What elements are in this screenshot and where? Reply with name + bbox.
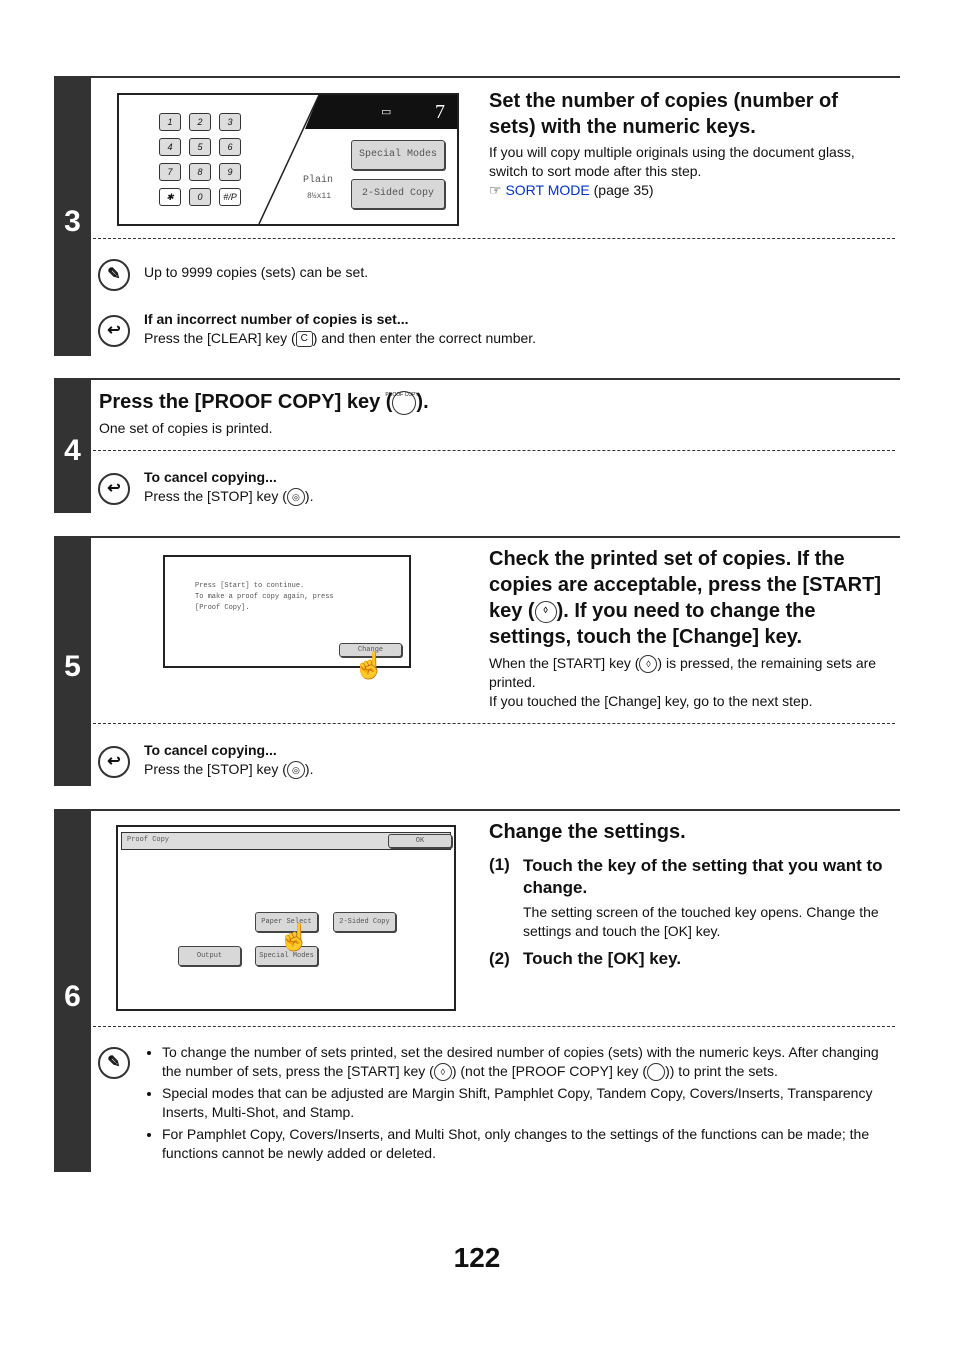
screen-message: Press [Start] to continue. To make a proo… bbox=[195, 581, 334, 614]
tip: To cancel copying... Press the [STOP] key… bbox=[144, 741, 314, 780]
ok-button: OK bbox=[388, 834, 452, 848]
note-item: Special modes that can be adjusted are M… bbox=[162, 1084, 894, 1122]
body-text: If you will copy multiple originals usin… bbox=[489, 144, 855, 179]
tip-text: Press the [STOP] key ( bbox=[144, 488, 287, 504]
two-sided-copy-button: 2-Sided Copy bbox=[333, 912, 396, 932]
title-text: Press the [PROOF COPY] key ( bbox=[99, 391, 393, 413]
step-title: Press the [PROOF COPY] key (PROOF COPY). bbox=[99, 389, 429, 415]
copy-icon: ▭ bbox=[381, 106, 392, 118]
substep-number: (1) bbox=[489, 855, 510, 874]
substep-number: (2) bbox=[489, 949, 510, 968]
proof-copy-key-icon bbox=[647, 1063, 666, 1082]
step-body: When the [START] key (◊) is pressed, the… bbox=[489, 654, 894, 711]
start-key-icon: ◊ bbox=[534, 600, 557, 623]
body-text: When the [START] key ( bbox=[489, 655, 640, 671]
divider bbox=[93, 238, 895, 239]
paper-size: 8½x11 bbox=[307, 192, 332, 201]
reference-icon: ☞ bbox=[489, 182, 506, 198]
manual-page: 3 1 2 3 4 5 6 7 8 9 ✱ 0 #/P ▭ 7 Plain 8½… bbox=[0, 0, 954, 1351]
step-rule bbox=[54, 536, 900, 538]
return-arrow-icon: ↩ bbox=[98, 473, 130, 505]
substep-title: Touch the key of the setting that you wa… bbox=[523, 856, 883, 897]
tip: To cancel copying... Press the [STOP] key… bbox=[144, 468, 314, 507]
return-arrow-icon: ↩ bbox=[98, 746, 130, 778]
step-number: 6 bbox=[64, 980, 81, 1013]
step-title: Check the printed set of copies. If the … bbox=[489, 546, 894, 650]
divider bbox=[93, 723, 895, 724]
message-line: [Proof Copy]. bbox=[195, 604, 250, 612]
tip-text: Press the [CLEAR] key ( bbox=[144, 330, 296, 346]
note-text: )) to print the sets. bbox=[665, 1063, 778, 1079]
note-text: Up to 9999 copies (sets) can be set. bbox=[144, 264, 369, 280]
stop-key-icon: ◎ bbox=[286, 761, 305, 780]
step-number: 3 bbox=[64, 205, 81, 238]
substep-body: The setting screen of the touched key op… bbox=[523, 904, 879, 939]
clear-key-icon: C bbox=[295, 331, 313, 348]
start-key-icon: ◊ bbox=[639, 655, 658, 674]
return-arrow-icon: ↩ bbox=[98, 315, 130, 347]
screen-title: Proof Copy bbox=[127, 836, 170, 844]
numeric-keypad-screen-illustration: 1 2 3 4 5 6 7 8 9 ✱ 0 #/P ▭ 7 Plain 8½x1… bbox=[117, 93, 459, 226]
step-body: One set of copies is printed. bbox=[99, 420, 273, 436]
settings-screen-illustration: Proof Copy OK Paper Select 2-Sided Copy … bbox=[116, 825, 456, 1011]
message-line: Press [Start] to continue. bbox=[195, 582, 305, 590]
step-title: Change the settings. bbox=[489, 821, 686, 843]
divider bbox=[93, 1026, 895, 1027]
two-sided-copy-button: 2-Sided Copy bbox=[351, 179, 445, 209]
sort-mode-link[interactable]: SORT MODE bbox=[505, 182, 589, 198]
output-button: Output bbox=[178, 946, 241, 966]
screen-title-bar: Proof Copy OK bbox=[121, 832, 452, 850]
tip: If an incorrect number of copies is set.… bbox=[144, 310, 536, 348]
substep-title: Touch the [OK] key. bbox=[523, 949, 682, 968]
tip-title: If an incorrect number of copies is set.… bbox=[144, 311, 409, 327]
step-number: 4 bbox=[64, 434, 81, 467]
copy-count: 7 bbox=[435, 101, 445, 123]
tip-text: ) and then enter the correct number. bbox=[312, 330, 537, 346]
page-number: 122 bbox=[453, 1242, 501, 1273]
key-label: PROOF COPY bbox=[385, 391, 419, 398]
note-item: For Pamphlet Copy, Covers/Inserts, and M… bbox=[162, 1125, 894, 1163]
step-rule bbox=[54, 378, 900, 380]
tip-title: To cancel copying... bbox=[144, 742, 277, 758]
divider bbox=[93, 450, 895, 451]
body-text: If you touched the [Change] key, go to t… bbox=[489, 693, 813, 710]
proof-copy-key-icon: PROOF COPY bbox=[385, 390, 419, 415]
hand-pointer-icon: ☝ bbox=[353, 650, 386, 680]
note-text: ) (not the [PROOF COPY] key ( bbox=[451, 1063, 648, 1079]
step-rule bbox=[54, 76, 900, 78]
tip-text: ). bbox=[304, 761, 314, 777]
hand-pointer-icon: ☝ bbox=[278, 922, 311, 952]
start-key-icon: ◊ bbox=[433, 1063, 452, 1082]
message-line: To make a proof copy again, press bbox=[195, 593, 334, 601]
notes-list: To change the number of sets printed, se… bbox=[146, 1043, 894, 1166]
tip-text: ). bbox=[304, 488, 314, 504]
tip-title: To cancel copying... bbox=[144, 469, 277, 485]
special-modes-button: Special Modes bbox=[351, 140, 445, 170]
pencil-note-icon: ✎ bbox=[98, 1047, 130, 1079]
step-body: If you will copy multiple originals usin… bbox=[489, 143, 889, 200]
step-rule bbox=[54, 809, 900, 811]
step-title: Set the number of copies (number of sets… bbox=[489, 90, 838, 138]
step-number: 5 bbox=[64, 650, 81, 683]
stop-key-icon: ◎ bbox=[286, 488, 305, 507]
note-item: To change the number of sets printed, se… bbox=[162, 1043, 894, 1082]
paper-type: Plain bbox=[303, 175, 334, 186]
tip-text: Press the [STOP] key ( bbox=[144, 761, 287, 777]
ref-page: (page 35) bbox=[593, 182, 654, 198]
pencil-note-icon: ✎ bbox=[98, 259, 130, 291]
